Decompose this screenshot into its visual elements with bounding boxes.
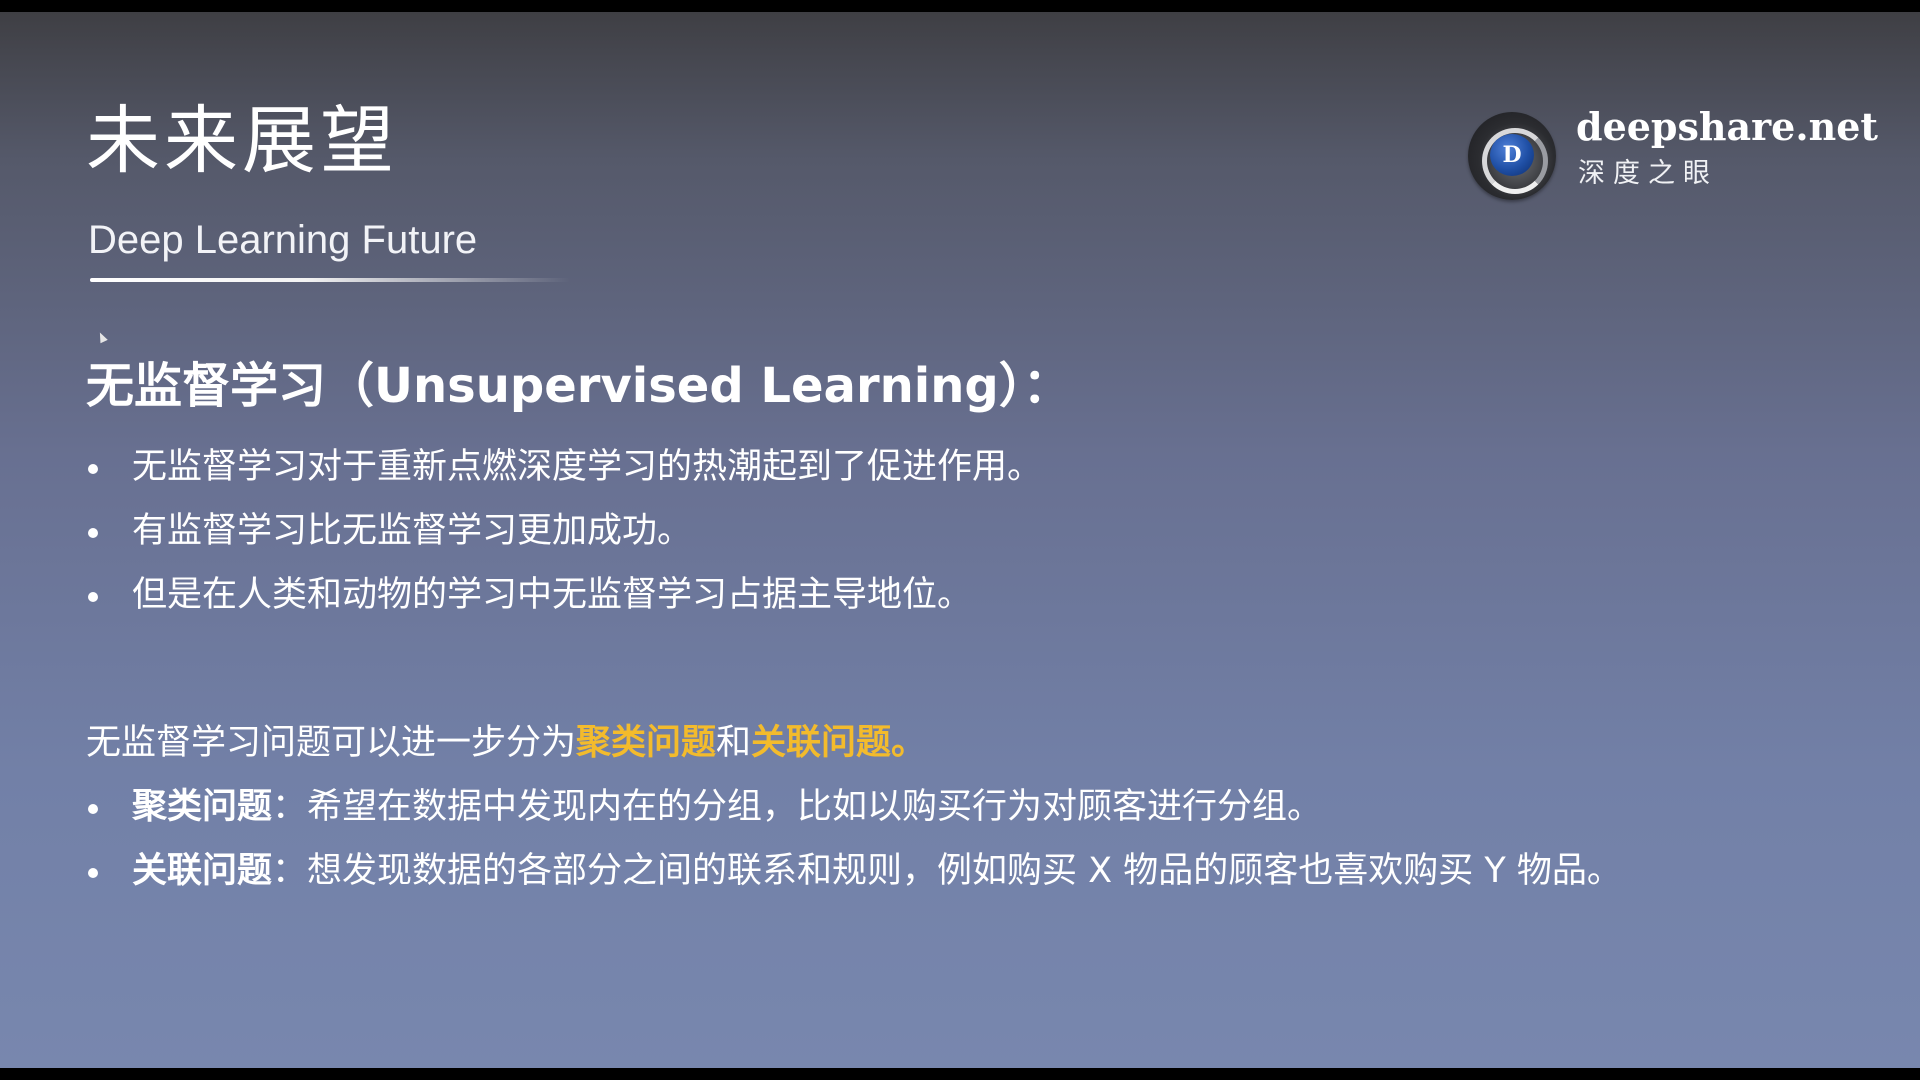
association-highlight: 关联问题。 [751, 723, 927, 763]
mouse-cursor-icon [96, 330, 108, 344]
list-item: 但是在人类和动物的学习中无监督学习占据主导地位。 [86, 578, 1042, 613]
problem-types-intro: 无监督学习问题可以进一步分为聚类问题和关联问题。 [86, 726, 926, 761]
slide-title: 未来展望 [86, 98, 398, 184]
list-item: 聚类问题：希望在数据中发现内在的分组，比如以购买行为对顾客进行分组。 [86, 790, 1622, 825]
list-item-text: 无监督学习对于重新点燃深度学习的热潮起到了促进作用。 [132, 447, 1043, 487]
list-item-text: 有监督学习比无监督学习更加成功。 [132, 511, 693, 551]
bullet-icon [88, 868, 98, 878]
title-underline [90, 278, 570, 282]
clustering-description: ：希望在数据中发现内在的分组，比如以购买行为对顾客进行分组。 [272, 787, 1323, 827]
intro-prefix: 无监督学习问题可以进一步分为 [86, 723, 577, 763]
slide-subtitle: Deep Learning Future [88, 218, 478, 262]
problem-types-list: 聚类问题：希望在数据中发现内在的分组，比如以购买行为对顾客进行分组。 关联问题：… [86, 790, 1622, 918]
letterbox-bar [0, 1068, 1920, 1080]
list-item: 有监督学习比无监督学习更加成功。 [86, 514, 1042, 549]
deepshare-eye-logo-icon: D [1468, 112, 1556, 200]
logo-eye: D [1490, 134, 1534, 176]
intro-conjunction: 和 [716, 723, 752, 763]
clustering-highlight: 聚类问题 [576, 723, 717, 763]
clustering-term: 聚类问题 [132, 787, 273, 827]
logo-chinese-name: 深度之眼 [1578, 158, 1718, 189]
bullet-icon [88, 804, 98, 814]
bullet-icon [88, 592, 98, 602]
screen: 未来展望 Deep Learning Future D deepshare.ne… [0, 0, 1920, 1080]
deepshare-logo: D deepshare.net 深度之眼 [1468, 106, 1878, 206]
section-heading: 无监督学习（Unsupervised Learning）： [86, 358, 1071, 414]
presentation-slide: 未来展望 Deep Learning Future D deepshare.ne… [0, 12, 1920, 1068]
logo-site-name: deepshare.net [1576, 104, 1878, 149]
list-item: 无监督学习对于重新点燃深度学习的热潮起到了促进作用。 [86, 450, 1042, 485]
unsupervised-bullet-list: 无监督学习对于重新点燃深度学习的热潮起到了促进作用。 有监督学习比无监督学习更加… [86, 450, 1042, 642]
association-description: ：想发现数据的各部分之间的联系和规则，例如购买 X 物品的顾客也喜欢购买 Y 物… [272, 851, 1622, 891]
list-item-text: 但是在人类和动物的学习中无监督学习占据主导地位。 [132, 575, 973, 615]
bullet-icon [88, 464, 98, 474]
association-term: 关联问题 [132, 851, 273, 891]
list-item: 关联问题：想发现数据的各部分之间的联系和规则，例如购买 X 物品的顾客也喜欢购买… [86, 854, 1622, 889]
bullet-icon [88, 528, 98, 538]
